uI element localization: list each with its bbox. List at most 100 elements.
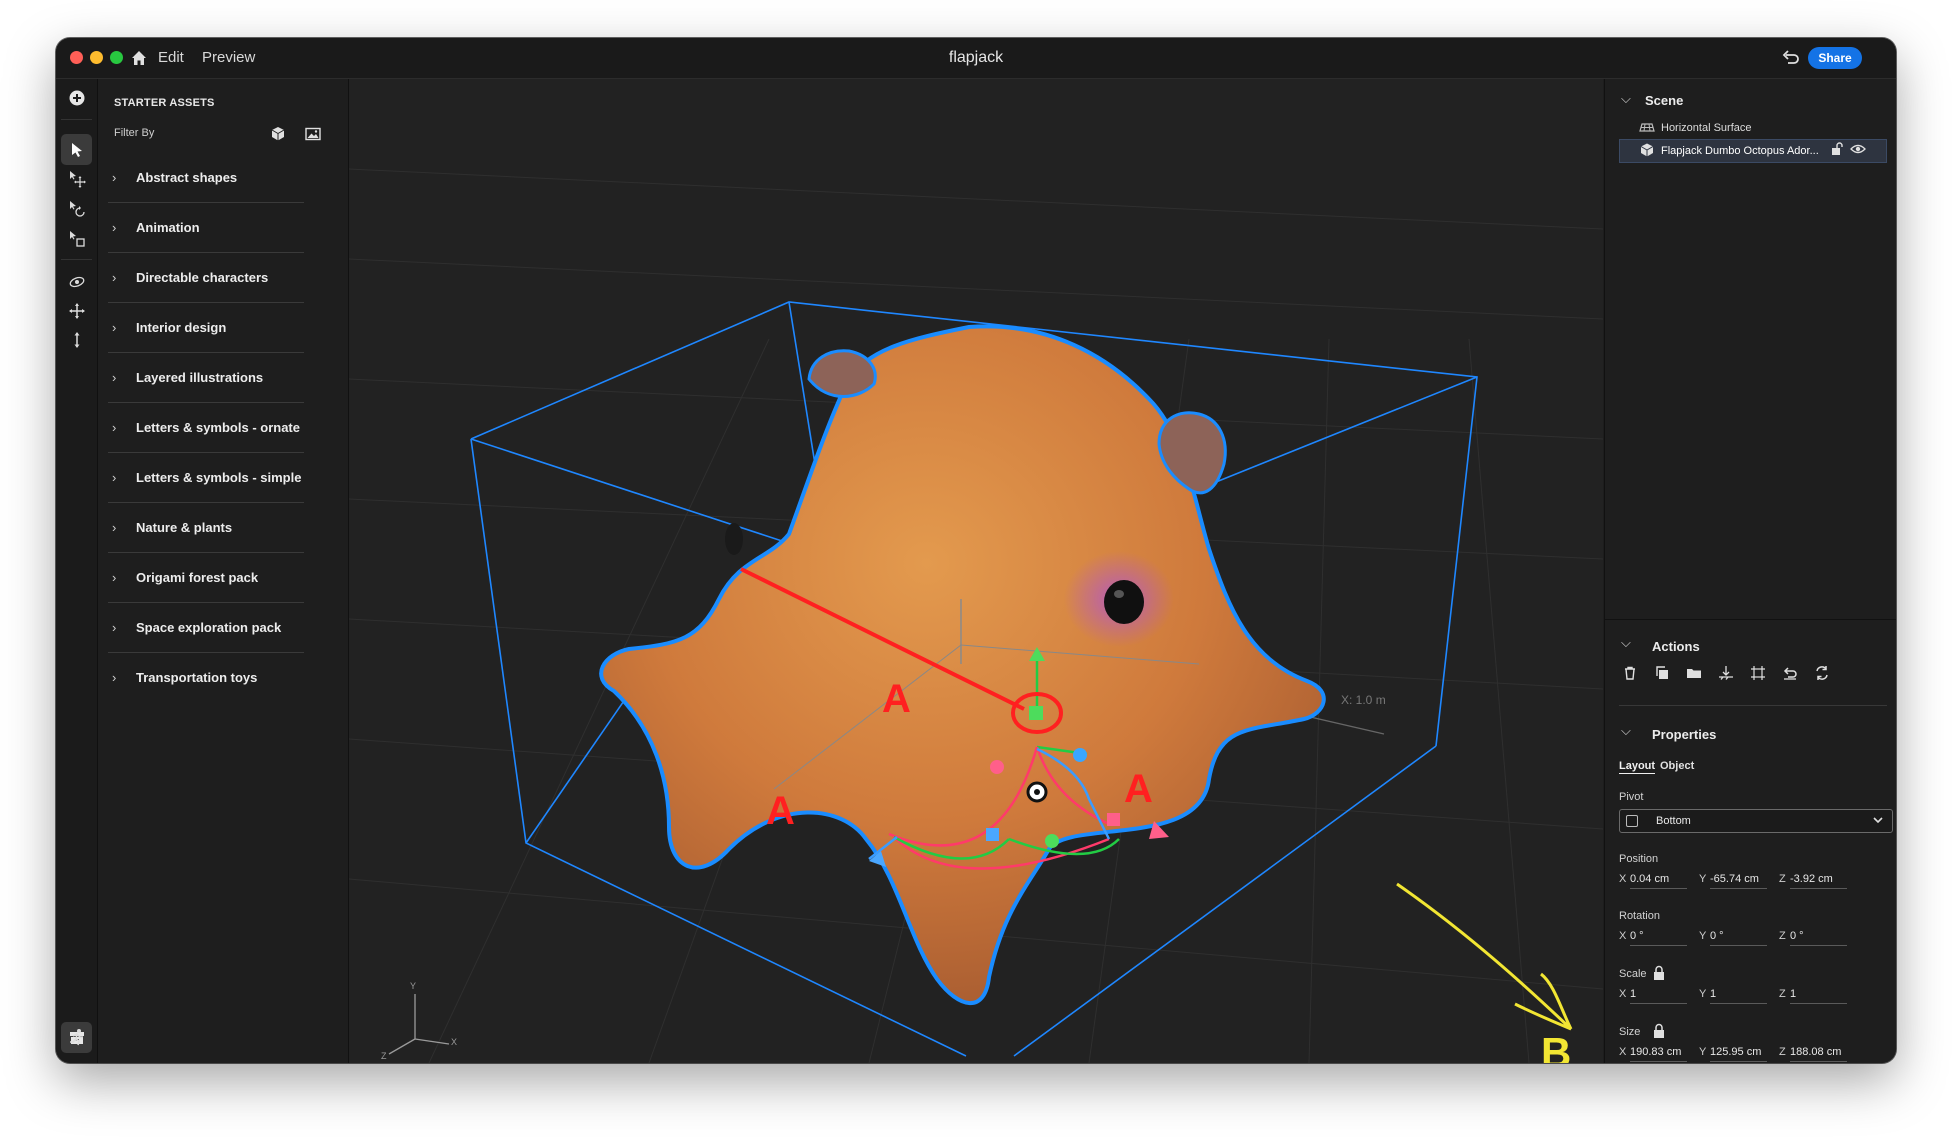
zoom-window-button[interactable] <box>110 51 123 64</box>
panel-divider <box>1605 619 1896 620</box>
category-space-exploration-pack[interactable]: › Space exploration pack <box>108 603 304 653</box>
chevron-right-icon: › <box>112 470 117 485</box>
category-letters-symbols-simple[interactable]: › Letters & symbols - simple <box>108 453 304 503</box>
3d-viewport[interactable]: A A A B X: 1.0 m Y X Z <box>349 79 1603 1063</box>
category-directable-characters[interactable]: › Directable characters <box>108 253 304 303</box>
home-icon[interactable] <box>128 47 150 69</box>
category-abstract-shapes[interactable]: › Abstract shapes <box>108 153 304 203</box>
position-z-field[interactable]: -3.92 cm <box>1790 872 1847 889</box>
scene-item-octopus[interactable]: Flapjack Dumbo Octopus Ador... <box>1661 145 1819 157</box>
panel-divider <box>1619 705 1887 706</box>
animation-icon[interactable] <box>61 1021 92 1052</box>
size-label: Size <box>1619 1026 1641 1038</box>
size-x-field[interactable]: 190.83 cm <box>1630 1045 1687 1062</box>
surface-icon <box>1639 119 1655 135</box>
scale-x-axis: X <box>1619 988 1627 1000</box>
orbit-tool-icon[interactable] <box>61 266 92 297</box>
title-bar: Edit Preview flapjack Share <box>56 38 1896 79</box>
pivot-value: Bottom <box>1656 815 1691 827</box>
scale-tool-icon[interactable] <box>61 223 92 254</box>
tab-object[interactable]: Object <box>1660 760 1694 772</box>
scene-item-horizontal-surface[interactable]: Horizontal Surface <box>1661 122 1752 134</box>
rotation-x-field[interactable]: 0 ° <box>1630 929 1687 946</box>
tool-rail <box>56 79 98 1063</box>
rotation-z-field[interactable]: 0 ° <box>1790 929 1847 946</box>
frame-icon[interactable] <box>1747 662 1769 684</box>
unlock-icon[interactable] <box>1830 142 1844 156</box>
scale-label: Scale <box>1619 968 1647 980</box>
eye-icon[interactable] <box>1850 142 1866 156</box>
tool-divider <box>61 119 92 120</box>
chevron-right-icon: › <box>112 420 117 435</box>
delete-icon[interactable] <box>1619 662 1641 684</box>
annotation-yellow <box>1396 882 1573 1031</box>
rotate-tool-icon[interactable] <box>61 193 92 224</box>
select-tool-icon[interactable] <box>61 134 92 165</box>
rotation-z-axis: Z <box>1779 930 1786 942</box>
image-filter-icon[interactable] <box>304 125 322 143</box>
minimize-window-button[interactable] <box>90 51 103 64</box>
chevron-right-icon: › <box>112 320 117 335</box>
share-button[interactable]: Share <box>1808 47 1862 69</box>
close-window-button[interactable] <box>70 51 83 64</box>
undo-icon[interactable] <box>1779 47 1801 69</box>
lock-icon[interactable] <box>1652 1023 1666 1039</box>
size-z-field[interactable]: 188.08 cm <box>1790 1045 1847 1062</box>
tab-layout[interactable]: Layout <box>1619 760 1656 774</box>
size-y-axis: Y <box>1699 1046 1707 1058</box>
axis-y-label: Y <box>410 981 417 991</box>
category-layered-illustrations[interactable]: › Layered illustrations <box>108 353 304 403</box>
category-origami-forest-pack[interactable]: › Origami forest pack <box>108 553 304 603</box>
scene-title: Scene <box>1645 93 1684 108</box>
properties-title: Properties <box>1652 727 1717 742</box>
scale-z-axis: Z <box>1779 988 1786 1000</box>
position-x-field[interactable]: 0.04 cm <box>1630 872 1687 889</box>
category-animation[interactable]: › Animation <box>108 203 304 253</box>
chevron-right-icon: › <box>112 520 117 535</box>
scale-y-field[interactable]: 1 <box>1710 987 1767 1004</box>
pivot-label: Pivot <box>1619 791 1644 803</box>
position-y-field[interactable]: -65.74 cm <box>1710 872 1767 889</box>
size-y-field[interactable]: 125.95 cm <box>1710 1045 1767 1062</box>
pivot-icon <box>1626 815 1638 827</box>
position-z-axis: Z <box>1779 873 1786 885</box>
category-letters-symbols-ornate[interactable]: › Letters & symbols - ornate <box>108 403 304 453</box>
filter-by-label: Filter By <box>114 127 155 139</box>
scale-x-field[interactable]: 1 <box>1630 987 1687 1004</box>
assets-header: STARTER ASSETS <box>114 97 215 109</box>
chevron-right-icon: › <box>112 370 117 385</box>
drop-to-ground-icon[interactable] <box>1715 662 1737 684</box>
add-icon[interactable] <box>61 82 92 113</box>
dolly-tool-icon[interactable] <box>61 324 92 355</box>
category-interior-design[interactable]: › Interior design <box>108 303 304 353</box>
rotation-x-axis: X <box>1619 930 1627 942</box>
menu-preview[interactable]: Preview <box>202 49 255 66</box>
app-window: Edit Preview flapjack Share STARTER ASSE… <box>56 38 1896 1063</box>
chevron-down-icon[interactable]: ⌵ <box>1621 635 1631 651</box>
lock-icon[interactable] <box>1652 965 1666 981</box>
duplicate-icon[interactable] <box>1651 662 1673 684</box>
chevron-down-icon[interactable]: ⌵ <box>1621 91 1631 107</box>
position-label: Position <box>1619 853 1659 865</box>
replace-icon[interactable] <box>1811 662 1833 684</box>
move-tool-icon[interactable] <box>61 163 92 194</box>
size-x-axis: X <box>1619 1046 1627 1058</box>
3d-model-filter-icon[interactable] <box>269 125 287 143</box>
pivot-dropdown[interactable]: Bottom <box>1619 809 1893 833</box>
rotation-y-field[interactable]: 0 ° <box>1710 929 1767 946</box>
chevron-down-icon[interactable]: ⌵ <box>1621 723 1631 739</box>
category-nature-plants[interactable]: › Nature & plants <box>108 503 304 553</box>
scale-z-field[interactable]: 1 <box>1790 987 1847 1004</box>
scale-y-axis: Y <box>1699 988 1707 1000</box>
folder-icon[interactable] <box>1683 662 1705 684</box>
rotation-label: Rotation <box>1619 910 1660 922</box>
axis-z-label: Z <box>381 1051 387 1061</box>
reset-icon[interactable] <box>1779 662 1801 684</box>
category-transportation-toys[interactable]: › Transportation toys <box>108 653 304 702</box>
right-panel: ⌵ Scene Horizontal Surface Flapjack Dumb… <box>1604 79 1896 1063</box>
octopus-model[interactable] <box>599 324 1326 1006</box>
menu-edit[interactable]: Edit <box>158 49 184 66</box>
annotation-a-label: A <box>1124 767 1153 811</box>
pan-tool-icon[interactable] <box>61 295 92 326</box>
chevron-right-icon: › <box>112 220 117 235</box>
